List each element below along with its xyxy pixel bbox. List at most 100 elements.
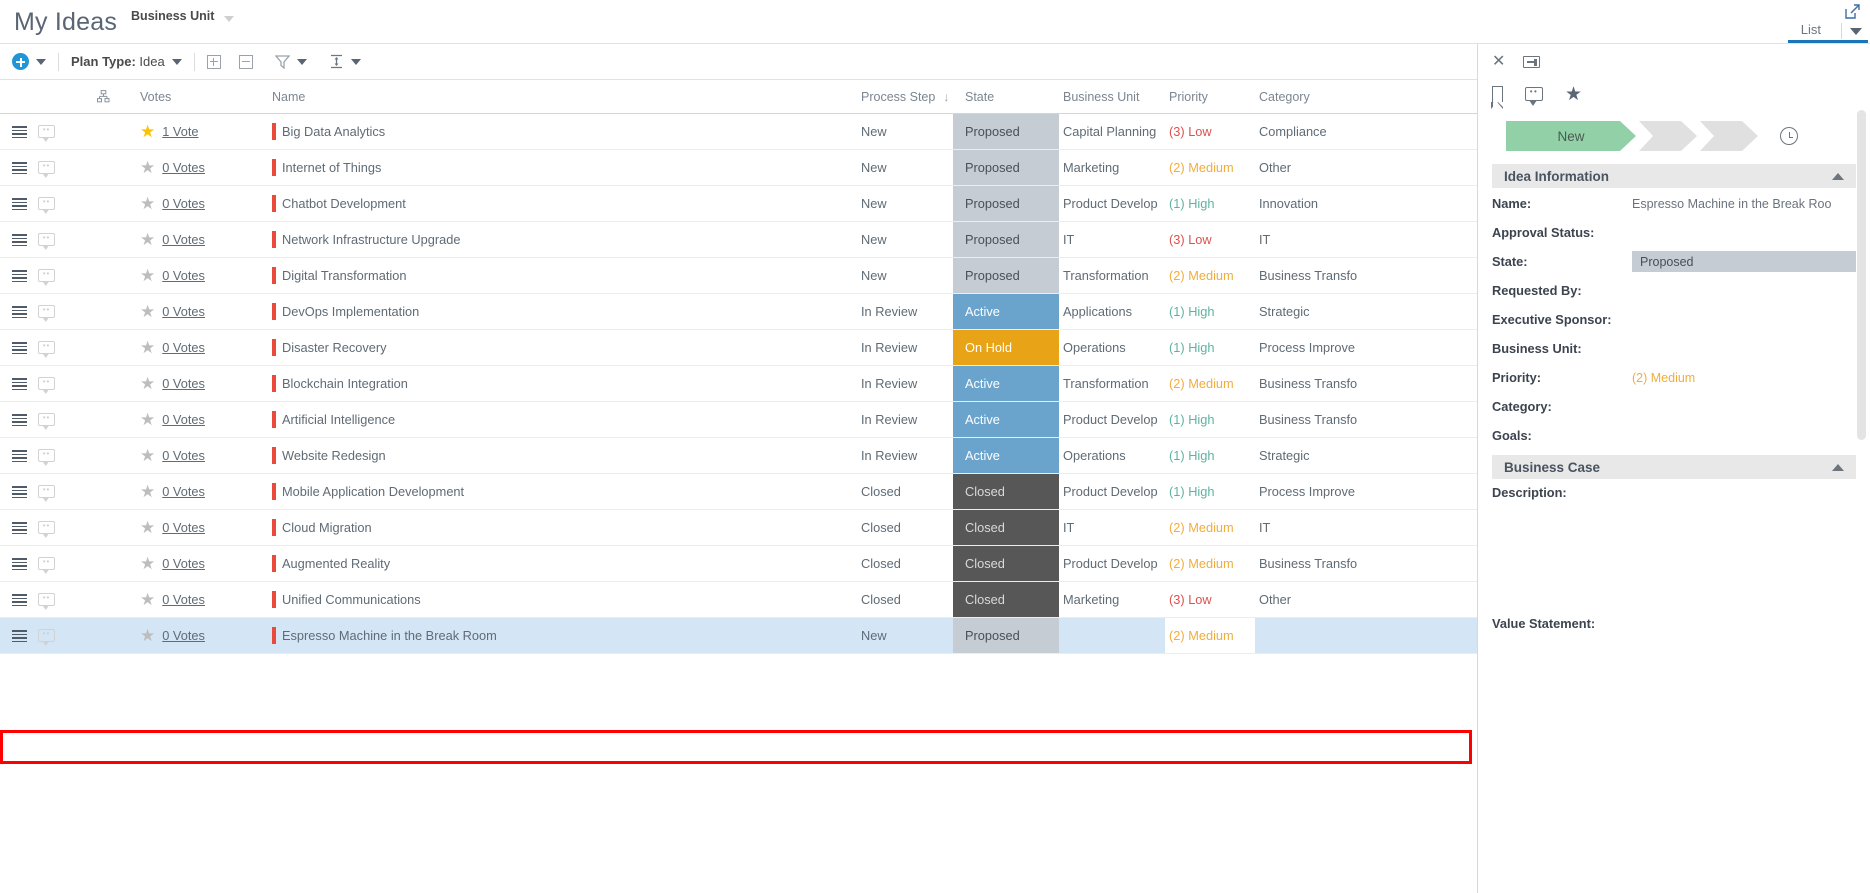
star-icon[interactable]: ★ (1565, 85, 1582, 104)
row-comment-button[interactable]: •• (38, 330, 74, 365)
breadcrumb[interactable]: Business Unit (131, 9, 235, 43)
votes-link[interactable]: 0 Votes (162, 196, 205, 211)
cell-name[interactable]: Espresso Machine in the Break Room (272, 618, 857, 653)
cell-name[interactable]: Network Infrastructure Upgrade (272, 222, 857, 257)
tab-list[interactable]: List (1789, 22, 1833, 41)
table-row[interactable]: •• ★ 0 Votes Augmented Reality Closed Closed P… (0, 546, 1477, 582)
row-height-button[interactable] (329, 54, 361, 69)
cell-name[interactable]: Blockchain Integration (272, 366, 857, 401)
vote-star-icon[interactable]: ★ (140, 591, 155, 608)
cell-name[interactable]: DevOps Implementation (272, 294, 857, 329)
cell-votes[interactable]: ★ 0 Votes (132, 546, 272, 581)
table-row[interactable]: •• ★ 0 Votes Unified Communications Closed Cl… (0, 582, 1477, 618)
column-header-priority[interactable]: Priority (1165, 90, 1255, 104)
cell-name[interactable]: Internet of Things (272, 150, 857, 185)
votes-link[interactable]: 0 Votes (162, 520, 205, 535)
table-row[interactable]: •• ★ 0 Votes Website Redesign In Review Activ… (0, 438, 1477, 474)
vote-star-icon[interactable]: ★ (140, 159, 155, 176)
vote-star-icon[interactable]: ★ (140, 231, 155, 248)
detail-section-header[interactable]: Business Case (1492, 455, 1856, 479)
row-comment-button[interactable]: •• (38, 546, 74, 581)
filter-chevron-down-icon[interactable] (296, 58, 307, 65)
table-row[interactable]: •• ★ 0 Votes Mobile Application Development… (0, 474, 1477, 510)
cell-name[interactable]: Digital Transformation (272, 258, 857, 293)
vote-star-icon[interactable]: ★ (140, 339, 155, 356)
votes-link[interactable]: 0 Votes (162, 412, 205, 427)
popout-button[interactable] (1845, 0, 1870, 19)
cell-name[interactable]: Disaster Recovery (272, 330, 857, 365)
row-drag-handle[interactable] (0, 546, 38, 581)
chevron-down-icon[interactable] (224, 16, 235, 22)
cell-name[interactable]: Augmented Reality (272, 546, 857, 581)
votes-link[interactable]: 0 Votes (162, 592, 205, 607)
row-drag-handle[interactable] (0, 114, 38, 149)
cell-votes[interactable]: ★ 0 Votes (132, 510, 272, 545)
dock-panel-icon[interactable] (1523, 56, 1541, 68)
row-comment-button[interactable]: •• (38, 402, 74, 437)
row-comment-button[interactable]: •• (38, 366, 74, 401)
row-drag-handle[interactable] (0, 330, 38, 365)
stage-current[interactable]: New (1506, 121, 1636, 151)
vote-star-icon[interactable]: ★ (140, 267, 155, 284)
detail-block-area[interactable] (1478, 631, 1870, 691)
table-row[interactable]: •• ★ 0 Votes Blockchain Integration In Revie… (0, 366, 1477, 402)
row-drag-handle[interactable] (0, 150, 38, 185)
votes-link[interactable]: 0 Votes (162, 160, 205, 175)
vote-star-icon[interactable]: ★ (140, 195, 155, 212)
cell-votes[interactable]: ★ 0 Votes (132, 582, 272, 617)
column-header-business-unit[interactable]: Business Unit (1059, 90, 1165, 104)
cell-votes[interactable]: ★ 0 Votes (132, 330, 272, 365)
cell-votes[interactable]: ★ 1 Vote (132, 114, 272, 149)
cell-votes[interactable]: ★ 0 Votes (132, 438, 272, 473)
row-drag-handle[interactable] (0, 186, 38, 221)
add-new-button[interactable] (12, 53, 46, 70)
row-height-chevron-down-icon[interactable] (350, 58, 361, 65)
row-drag-handle[interactable] (0, 258, 38, 293)
table-row[interactable]: •• ★ 0 Votes Disaster Recovery In Review On H… (0, 330, 1477, 366)
detail-field-value[interactable]: Proposed (1632, 251, 1856, 272)
table-row[interactable]: •• ★ 1 Vote Big Data Analytics New Proposed Ca… (0, 114, 1477, 150)
row-comment-button[interactable]: •• (38, 150, 74, 185)
cell-name[interactable]: Chatbot Development (272, 186, 857, 221)
votes-link[interactable]: 0 Votes (162, 376, 205, 391)
votes-link[interactable]: 0 Votes (162, 304, 205, 319)
vote-star-icon[interactable]: ★ (140, 627, 155, 644)
votes-link[interactable]: 1 Vote (162, 124, 198, 139)
table-row[interactable]: •• ★ 0 Votes Espresso Machine in the Break … (0, 618, 1477, 654)
column-header-name[interactable]: Name (272, 90, 857, 104)
cell-votes[interactable]: ★ 0 Votes (132, 150, 272, 185)
vote-star-icon[interactable]: ★ (140, 411, 155, 428)
votes-link[interactable]: 0 Votes (162, 628, 205, 643)
row-comment-button[interactable]: •• (38, 222, 74, 257)
cell-votes[interactable]: ★ 0 Votes (132, 222, 272, 257)
row-comment-button[interactable]: •• (38, 510, 74, 545)
table-row[interactable]: •• ★ 0 Votes DevOps Implementation In Review… (0, 294, 1477, 330)
row-drag-handle[interactable] (0, 474, 38, 509)
cell-name[interactable]: Mobile Application Development (272, 474, 857, 509)
detail-block-area[interactable] (1478, 500, 1870, 610)
filter-button[interactable] (274, 54, 307, 69)
plan-type-chevron-down-icon[interactable] (171, 58, 182, 65)
row-drag-handle[interactable] (0, 294, 38, 329)
collapse-all-button[interactable] (238, 54, 253, 69)
row-drag-handle[interactable] (0, 510, 38, 545)
stage-next-2[interactable] (1700, 121, 1758, 151)
column-header-category[interactable]: Category (1255, 90, 1455, 104)
vote-star-icon[interactable]: ★ (140, 375, 155, 392)
history-icon[interactable] (1780, 127, 1798, 145)
table-row[interactable]: •• ★ 0 Votes Internet of Things New Proposed M… (0, 150, 1477, 186)
cell-votes[interactable]: ★ 0 Votes (132, 366, 272, 401)
cell-name[interactable]: Artificial Intelligence (272, 402, 857, 437)
chevron-up-icon[interactable] (1832, 463, 1844, 471)
add-chevron-down-icon[interactable] (36, 58, 46, 65)
table-row[interactable]: •• ★ 0 Votes Chatbot Development New Proposed… (0, 186, 1477, 222)
table-row[interactable]: •• ★ 0 Votes Network Infrastructure Upgrade… (0, 222, 1477, 258)
row-comment-button[interactable]: •• (38, 114, 74, 149)
votes-link[interactable]: 0 Votes (162, 232, 205, 247)
table-row[interactable]: •• ★ 0 Votes Artificial Intelligence In Revi… (0, 402, 1477, 438)
column-header-process-step[interactable]: Process Step ↓ (857, 90, 953, 104)
cell-name[interactable]: Unified Communications (272, 582, 857, 617)
cell-name[interactable]: Website Redesign (272, 438, 857, 473)
row-comment-button[interactable]: •• (38, 438, 74, 473)
vote-star-icon[interactable]: ★ (140, 519, 155, 536)
